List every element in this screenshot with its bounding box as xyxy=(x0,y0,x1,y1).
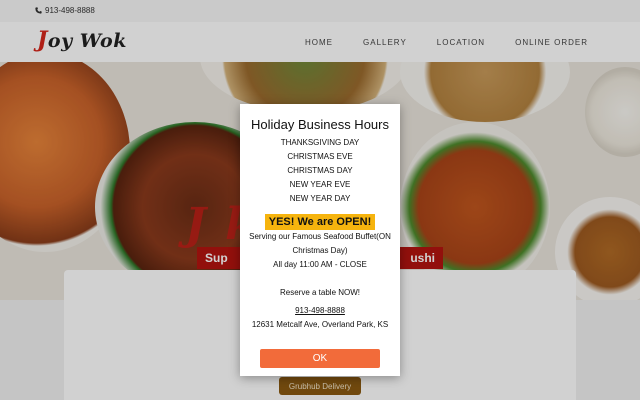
reserve-line: Reserve a table NOW! xyxy=(279,288,361,297)
ok-button[interactable]: OK xyxy=(260,349,380,368)
holiday-days-list: THANKSGIVING DAY CHRISTMAS EVE CHRISTMAS… xyxy=(240,136,400,206)
holiday-day: THANKSGIVING DAY xyxy=(280,138,360,147)
holiday-day: CHRISTMAS DAY xyxy=(287,166,353,175)
address-line: 12631 Metcalf Ave, Overland Park, KS xyxy=(251,320,389,329)
holiday-day: NEW YEAR DAY xyxy=(289,194,351,203)
hours-line: All day 11:00 AM - CLOSE xyxy=(273,260,367,269)
holiday-day: CHRISTMAS EVE xyxy=(287,152,353,161)
modal-title: Holiday Business Hours xyxy=(250,117,389,132)
holiday-hours-modal: Holiday Business Hours THANKSGIVING DAY … xyxy=(240,104,400,376)
serving-line-2: Christmas Day) xyxy=(292,246,348,255)
serving-line-1: Serving our Famous Seafood Buffet(ON xyxy=(249,232,391,241)
holiday-day: NEW YEAR EVE xyxy=(289,180,351,189)
modal-phone-link[interactable]: 913-498-8888 xyxy=(295,304,345,318)
open-badge: YES! We are OPEN! xyxy=(264,214,376,230)
